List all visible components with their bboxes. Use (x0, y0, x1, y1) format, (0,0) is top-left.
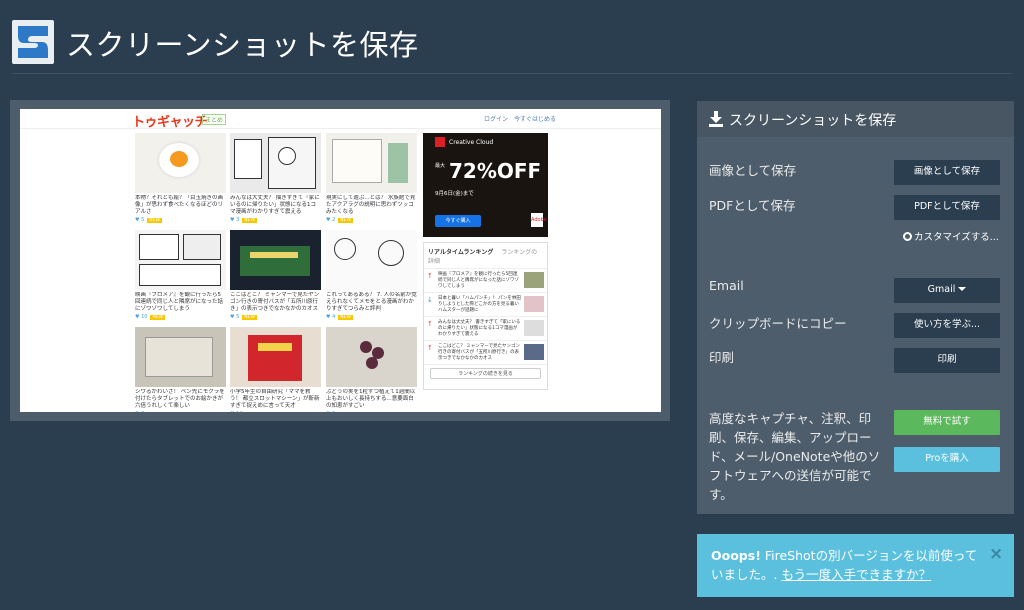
buy-pro-button[interactable]: Proを購入 (894, 447, 1000, 472)
adobe-logo: Adobe (531, 213, 547, 227)
save-panel-title: スクリーンショットを保存 (729, 113, 897, 129)
preview-ad-prefix: 最大 (435, 163, 446, 169)
page-title: スクリーンショットを保存 (66, 28, 419, 62)
preview-article-meta: ♥ 10 NEW (135, 314, 166, 320)
preview-ad-brand: Creative Cloud (449, 139, 494, 146)
preview-ad-date: 9月6日(金)まで (435, 191, 474, 197)
preview-article-text: これってあるある？ 7. 人の名前が覚えられなくてメモをとる漫画がわかりすぎてつ… (326, 292, 417, 312)
preview-login-links: ログイン 今すぐはじめる (484, 116, 557, 123)
preview-article-image (230, 327, 321, 387)
save-pdf-button[interactable]: PDFとして保存 (894, 195, 1000, 220)
preview-article-text: ここはどこ？ ミャンマーで見たヤンゴン行きの寄付バスが「五所川原行き」の表示つき… (230, 292, 320, 312)
preview-article-tile: ここはどこ？ ミャンマーで見たヤンゴン行きの寄付バスが「五所川原行き」の表示つき… (230, 230, 321, 320)
preview-ad-cta: 今すぐ購入 (435, 215, 481, 227)
preview-article-image (230, 133, 321, 193)
preview-ranking-item: ↑ みんなは大丈夫？ 書きすぎて「家にいるのに帰りたい」状態になる1コマ漫画がわか… (424, 317, 547, 341)
preview-site-brand: トゥギャッチ (132, 115, 208, 130)
preview-article-meta: ♥ 5 NEW (135, 217, 162, 223)
preview-article-meta: ♥ 3 (135, 411, 226, 412)
preview-article-image (326, 230, 417, 290)
save-panel-header: スクリーンショットを保存 (697, 101, 1014, 137)
preview-ranking-item: ↓ 日本と暮い「ハムパンチ」！ パンを林田りしようとした際どこかの方を見る暮いハム… (424, 293, 547, 317)
preview-article-meta: ♥ 2 (326, 411, 417, 412)
preview-article-meta: ♥ 2 NEW (326, 217, 353, 223)
preview-article-meta: ♥ 3 NEW (230, 217, 257, 223)
rank-up-icon: ↑ (427, 320, 433, 328)
download-icon (709, 111, 723, 131)
free-trial-button[interactable]: 無料で試す (894, 410, 1000, 435)
rank-down-icon: ↓ (427, 296, 433, 304)
preview-article-tile: 小学5年生の自由研究「ママを救う！ 都立スロットマシーン」が斬新すぎて捉えめに言… (230, 327, 321, 412)
caret-down-icon (958, 287, 967, 291)
preview-article-meta: ♥ 14 (230, 411, 321, 412)
preview-article-text: ぶどうの実を1粒ずつ植えて1週間以上もおいしく長持ちする...意要面白の知恵がす… (326, 389, 416, 409)
header-divider (12, 73, 1012, 74)
preview-article-text: シワるかわいさ！ ペン先にモクラを付けたらタブレットでのお絵かきが六倍うれしくて… (135, 389, 225, 409)
preview-article-tile: これってあるある？ 7. 人の名前が覚えられなくてメモをとる漫画がわかりすぎてつ… (326, 230, 417, 320)
preview-site-header: トゥギャッチ まとめ ログイン 今すぐはじめる (20, 109, 661, 130)
customize-label: カスタマイズする... (914, 232, 999, 243)
save-image-button[interactable]: 画像として保存 (894, 160, 1000, 185)
gmail-dropdown-label: Gmail (927, 284, 956, 295)
preview-advertisement: Creative Cloud 最大 72%OFF 9月6日(金)まで 今すぐ購入… (423, 133, 548, 237)
app-header: スクリーンショットを保存 (0, 0, 1024, 74)
preview-article-text: 映画『ブロメア』を観に行ったら5回連続で同じ人と隣席がになった話にゾワゾワしてし… (135, 292, 224, 312)
save-options-panel: スクリーンショットを保存 画像として保存 画像として保存 PDFとして保存 PD… (697, 101, 1014, 514)
preview-article-text: 本物？それとも絵？「目玉焼きの画像」が思わず食べたくなるほどのリアルさ (135, 195, 224, 215)
preview-article-tile: 現実にして遊ぶ...とは？ 水族館で見たアクアラグの説明に思わずツッコみたくなる… (326, 133, 417, 223)
pro-features-description: 高度なキャプチャ、注釈、印刷、保存、編集、アップロード、メール/OneNoteや… (709, 411, 881, 502)
screenshot-preview-panel: トゥギャッチ まとめ ログイン 今すぐはじめる 本物？それとも絵？「目玉焼きの画… (10, 100, 670, 421)
preview-ad-headline: 72%OFF (449, 159, 542, 183)
preview-article-meta: ♥ 4 NEW (326, 314, 353, 320)
preview-article-image (230, 230, 321, 290)
save-image-label: 画像として保存 (709, 163, 797, 178)
email-label: Email (709, 278, 744, 293)
preview-article-image (135, 230, 226, 290)
customize-link[interactable]: カスタマイズする... (903, 229, 999, 243)
preview-site-badge: まとめ (202, 114, 227, 125)
learn-how-button[interactable]: 使い方を学ぶ... (894, 313, 1000, 338)
alert-title: Ooops! (711, 548, 761, 563)
preview-article-text: 小学5年生の自由研究「ママを救う！ 都立スロットマシーン」が斬新すぎて捉えめに言… (230, 389, 320, 409)
preview-article-image (135, 327, 226, 387)
save-pdf-label: PDFとして保存 (709, 198, 796, 213)
preview-ranking-item: ↑ ここはどこ？ ミャンマーで見たヤンゴン行きの寄付バスが「五所川原行き」の表示つ… (424, 341, 547, 365)
preview-article-tile: みんなは大丈夫？ 描きすぎて「家にいるのに帰りたい」状態になる1コマ漫画がわかり… (230, 133, 321, 223)
preview-article-tile: 本物？それとも絵？「目玉焼きの画像」が思わず食べたくなるほどのリアルさ ♥ 5N… (135, 133, 226, 223)
close-icon[interactable]: × (989, 544, 1003, 564)
print-label: 印刷 (709, 350, 735, 365)
preview-article-tile: シワるかわいさ！ ペン先にモクラを付けたらタブレットでのお絵かきが六倍うれしくて… (135, 327, 226, 412)
creative-cloud-icon (435, 137, 445, 147)
get-again-link[interactable]: もう一度入手できますか？ (781, 567, 931, 582)
preview-ranking-more: ランキングの続きを見る (430, 368, 541, 379)
rank-up-icon: ↑ (427, 344, 433, 352)
preview-article-image (326, 327, 417, 387)
clipboard-label: クリップボードにコピー (709, 316, 847, 331)
preview-ranking: リアルタイムランキング ランキングの詳細 ↑ 映画『ブロメア』を観に行ったら5回連続… (423, 242, 548, 390)
alert-message: Ooops! FireShotの別バージョンを以前使っていました。. もう一度入… (711, 546, 981, 584)
screenshot-preview[interactable]: トゥギャッチ まとめ ログイン 今すぐはじめる 本物？それとも絵？「目玉焼きの画… (20, 109, 661, 412)
preview-article-tile: ぶどうの実を1粒ずつ植えて1週間以上もおいしく長持ちする...意要面白の知恵がす… (326, 327, 417, 412)
preview-article-image (326, 133, 417, 193)
version-alert: Ooops! FireShotの別バージョンを以前使っていました。. もう一度入… (697, 534, 1014, 597)
rank-up-icon: ↑ (427, 272, 433, 280)
preview-article-meta: ♥ 5 NEW (230, 314, 257, 320)
preview-ranking-item: ↑ 映画『ブロメア』を観に行ったら5回連続で同じ人と隣席がになった話にゾワゾワして… (424, 269, 547, 293)
gmail-dropdown-button[interactable]: Gmail (894, 278, 1000, 303)
gear-icon (903, 232, 912, 241)
preview-article-image (135, 133, 226, 193)
print-button[interactable]: 印刷 (894, 348, 1000, 373)
preview-ranking-title: リアルタイムランキング ランキングの詳細 (424, 243, 547, 269)
preview-article-text: みんなは大丈夫？ 描きすぎて「家にいるのに帰りたい」状態になる1コマ漫画がわかり… (230, 195, 320, 215)
preview-article-tile: 映画『ブロメア』を観に行ったら5回連続で同じ人と隣席がになった話にゾワゾワしてし… (135, 230, 226, 320)
preview-article-text: 現実にして遊ぶ...とは？ 水族館で見たアクアラグの説明に思わずツッコみたくなる (326, 195, 416, 215)
fireshot-logo (12, 20, 54, 64)
